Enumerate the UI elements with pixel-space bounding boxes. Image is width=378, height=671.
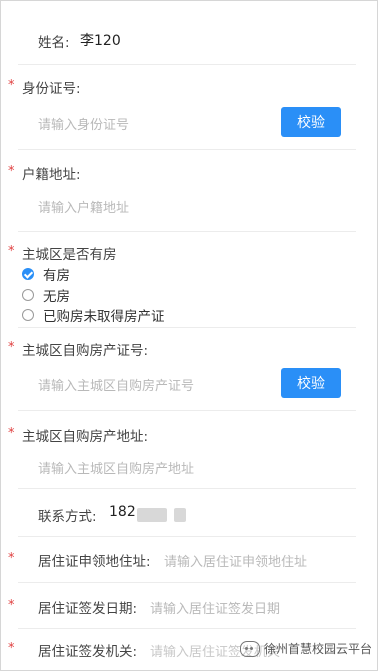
divider xyxy=(18,488,356,489)
watermark: 徐州首慧校园云平台 xyxy=(239,640,372,657)
id-number-input[interactable]: 请输入身份证号 xyxy=(38,114,129,133)
name-label: 姓名: xyxy=(38,35,70,51)
watermark-text: 徐州首慧校园云平台 xyxy=(263,642,372,656)
radio-unchecked-icon[interactable] xyxy=(22,289,34,301)
redacted-mask xyxy=(137,508,167,522)
required-mark: * xyxy=(8,164,15,179)
required-mark: * xyxy=(8,78,15,93)
property-cert-number-input[interactable]: 请输入主城区自购房产证号 xyxy=(38,375,194,394)
divider xyxy=(18,410,356,411)
permit-authority-label: 居住证签发机关: xyxy=(38,644,138,660)
required-mark: * xyxy=(8,244,15,259)
verify-cert-button[interactable]: 校验 xyxy=(281,368,341,398)
divider xyxy=(18,231,356,232)
divider xyxy=(18,582,356,583)
required-mark: * xyxy=(8,598,15,613)
required-mark: * xyxy=(8,426,15,441)
property-address-label: 主城区自购房产地址: xyxy=(22,429,149,445)
required-mark: * xyxy=(8,551,15,566)
divider xyxy=(18,64,356,65)
radio-option-no-house[interactable]: 无房 xyxy=(22,285,70,305)
property-cert-number-label: 主城区自购房产证号: xyxy=(22,343,149,359)
property-address-input[interactable]: 请输入主城区自购房产地址 xyxy=(38,458,194,477)
verify-id-button[interactable]: 校验 xyxy=(281,107,341,137)
radio-label: 有房 xyxy=(43,268,70,284)
house-question-label: 主城区是否有房 xyxy=(22,247,117,263)
radio-option-has-house[interactable]: 有房 xyxy=(22,264,70,284)
permit-date-input[interactable]: 请输入居住证签发日期 xyxy=(150,598,280,617)
divider xyxy=(18,536,356,537)
radio-option-no-certificate[interactable]: 已购房未取得房产证 xyxy=(22,305,165,325)
id-number-label: 身份证号: xyxy=(22,81,81,97)
permit-address-label: 居住证申领地住址: xyxy=(38,554,151,570)
permit-address-input[interactable]: 请输入居住证申领地住址 xyxy=(164,551,307,570)
contact-label: 联系方式: xyxy=(38,509,97,525)
name-value: 李120 xyxy=(80,33,121,49)
required-mark: * xyxy=(8,641,15,656)
radio-label: 已购房未取得房产证 xyxy=(43,309,165,325)
wechat-icon xyxy=(239,640,260,657)
divider xyxy=(18,149,356,150)
form-container xyxy=(0,0,378,671)
permit-date-label: 居住证签发日期: xyxy=(38,601,138,617)
household-address-input[interactable]: 请输入户籍地址 xyxy=(38,197,129,216)
radio-unchecked-icon[interactable] xyxy=(22,309,34,321)
required-mark: * xyxy=(8,340,15,355)
divider xyxy=(18,327,356,328)
radio-label: 无房 xyxy=(43,289,70,305)
divider xyxy=(18,628,356,629)
household-address-label: 户籍地址: xyxy=(22,167,81,183)
redacted-mask xyxy=(174,508,186,522)
radio-checked-icon[interactable] xyxy=(22,268,34,280)
contact-value[interactable]: 182 xyxy=(109,504,136,520)
